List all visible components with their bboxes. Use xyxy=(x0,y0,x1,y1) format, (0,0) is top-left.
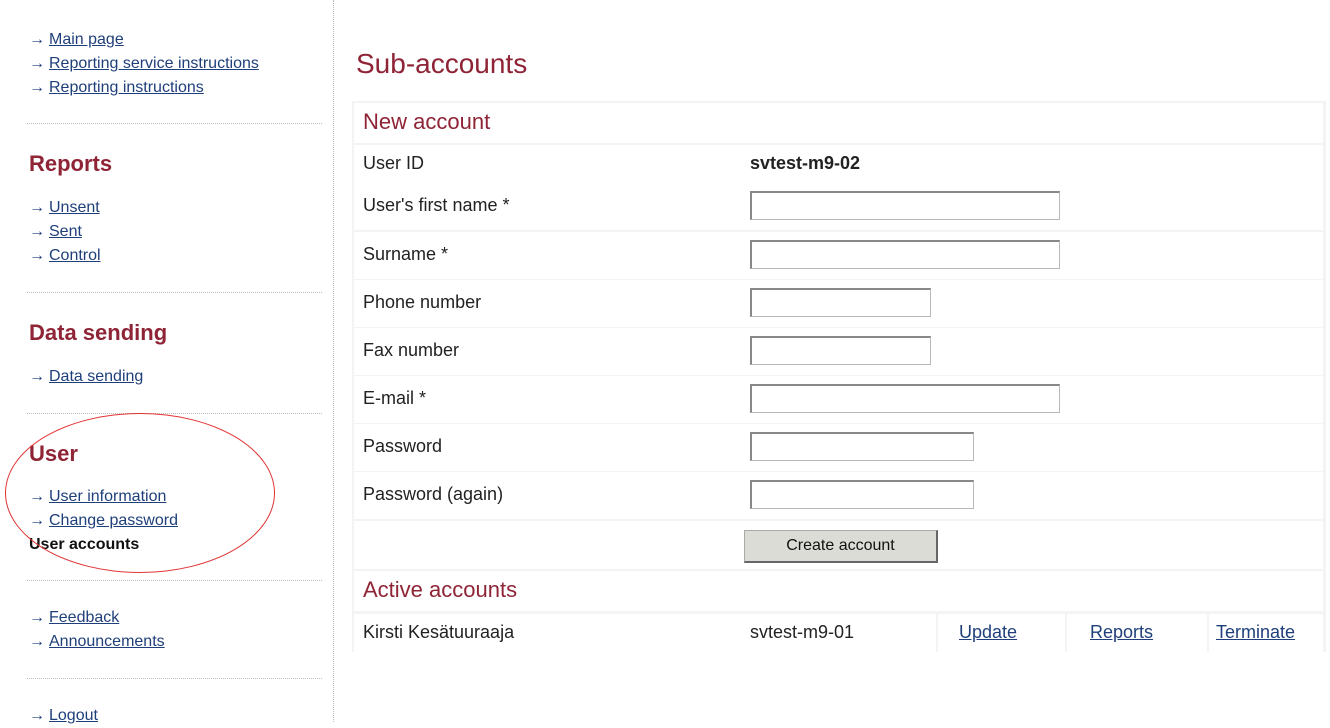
announcements-link[interactable]: Announcements xyxy=(49,633,165,650)
fax-row: Fax number xyxy=(354,328,1323,375)
fax-input[interactable] xyxy=(750,336,931,365)
password-row: Password xyxy=(354,424,1323,471)
account-name: Kirsti Kesätuuraaja xyxy=(363,622,515,642)
logout-links: → Logout xyxy=(29,704,98,728)
create-button-row: Create account xyxy=(354,521,1323,569)
first-name-label: User's first name * xyxy=(363,195,510,215)
table-row: Kirsti Kesätuuraaja svtest-m9-01 Update … xyxy=(354,614,1323,652)
sidebar: → Main page → Reporting service instructio… xyxy=(0,0,334,724)
data-sending-link[interactable]: Data sending xyxy=(49,368,143,385)
control-link[interactable]: Control xyxy=(49,247,101,264)
surname-input[interactable] xyxy=(750,240,1060,269)
arrow-right-icon: → xyxy=(29,633,45,650)
password-again-label: Password (again) xyxy=(363,484,504,504)
top-links: → Main page → Reporting service instructio… xyxy=(29,28,259,100)
main-page-link[interactable]: Main page xyxy=(49,31,124,48)
page-title: Sub-accounts xyxy=(356,48,528,79)
reports-heading: Reports xyxy=(29,151,113,176)
arrow-right-icon: → xyxy=(29,55,45,72)
password-again-row: Password (again) xyxy=(354,472,1323,519)
phone-row: Phone number xyxy=(354,280,1323,327)
data-sending-heading: Data sending xyxy=(29,320,168,345)
arrow-right-icon: → xyxy=(29,79,45,96)
email-row: E-mail * xyxy=(354,376,1323,423)
account-user-id: svtest-m9-01 xyxy=(750,622,855,642)
column-divider xyxy=(1065,614,1067,652)
arrow-right-icon: → xyxy=(29,609,45,626)
arrow-right-icon: → xyxy=(29,247,45,264)
column-divider xyxy=(936,614,938,652)
highlight-circle-annotation xyxy=(5,413,275,573)
password-label: Password xyxy=(363,436,443,456)
email-label: E-mail * xyxy=(363,388,427,408)
reporting-service-instructions-link[interactable]: Reporting service instructions xyxy=(49,55,259,72)
password-again-input[interactable] xyxy=(750,480,974,509)
reports-links: → Unsent → Sent → Control xyxy=(29,196,101,268)
arrow-right-icon: → xyxy=(29,31,45,48)
phone-label: Phone number xyxy=(363,292,482,312)
arrow-right-icon: → xyxy=(29,368,45,385)
user-id-value: svtest-m9-02 xyxy=(750,153,861,173)
fax-label: Fax number xyxy=(363,340,460,360)
feedback-link[interactable]: Feedback xyxy=(49,609,119,626)
user-id-label: User ID xyxy=(363,153,425,173)
reporting-instructions-link[interactable]: Reporting instructions xyxy=(49,79,204,96)
reports-link[interactable]: Reports xyxy=(1090,622,1153,643)
data-sending-links: → Data sending xyxy=(29,365,143,389)
phone-input[interactable] xyxy=(750,288,931,317)
arrow-right-icon: → xyxy=(29,707,45,724)
divider xyxy=(27,123,322,124)
column-divider xyxy=(1207,614,1209,652)
surname-row: Surname * xyxy=(354,232,1323,279)
first-name-input[interactable] xyxy=(750,191,1060,220)
misc-links: → Feedback → Announcements xyxy=(29,606,165,654)
divider xyxy=(27,678,322,679)
update-link[interactable]: Update xyxy=(959,622,1017,643)
sent-link[interactable]: Sent xyxy=(49,223,82,240)
surname-label: Surname * xyxy=(363,244,449,264)
arrow-right-icon: → xyxy=(29,223,45,240)
unsent-link[interactable]: Unsent xyxy=(49,199,100,216)
logout-link[interactable]: Logout xyxy=(49,707,98,724)
create-account-button[interactable]: Create account xyxy=(744,530,938,563)
arrow-right-icon: → xyxy=(29,199,45,216)
first-name-row: User's first name * xyxy=(354,183,1323,230)
password-input[interactable] xyxy=(750,432,974,461)
email-input[interactable] xyxy=(750,384,1060,413)
new-account-heading: New account xyxy=(354,103,1323,143)
active-accounts-heading: Active accounts xyxy=(354,571,1323,611)
divider xyxy=(27,292,322,293)
divider xyxy=(27,580,322,581)
divider xyxy=(27,413,322,414)
terminate-link[interactable]: Terminate xyxy=(1216,622,1295,643)
